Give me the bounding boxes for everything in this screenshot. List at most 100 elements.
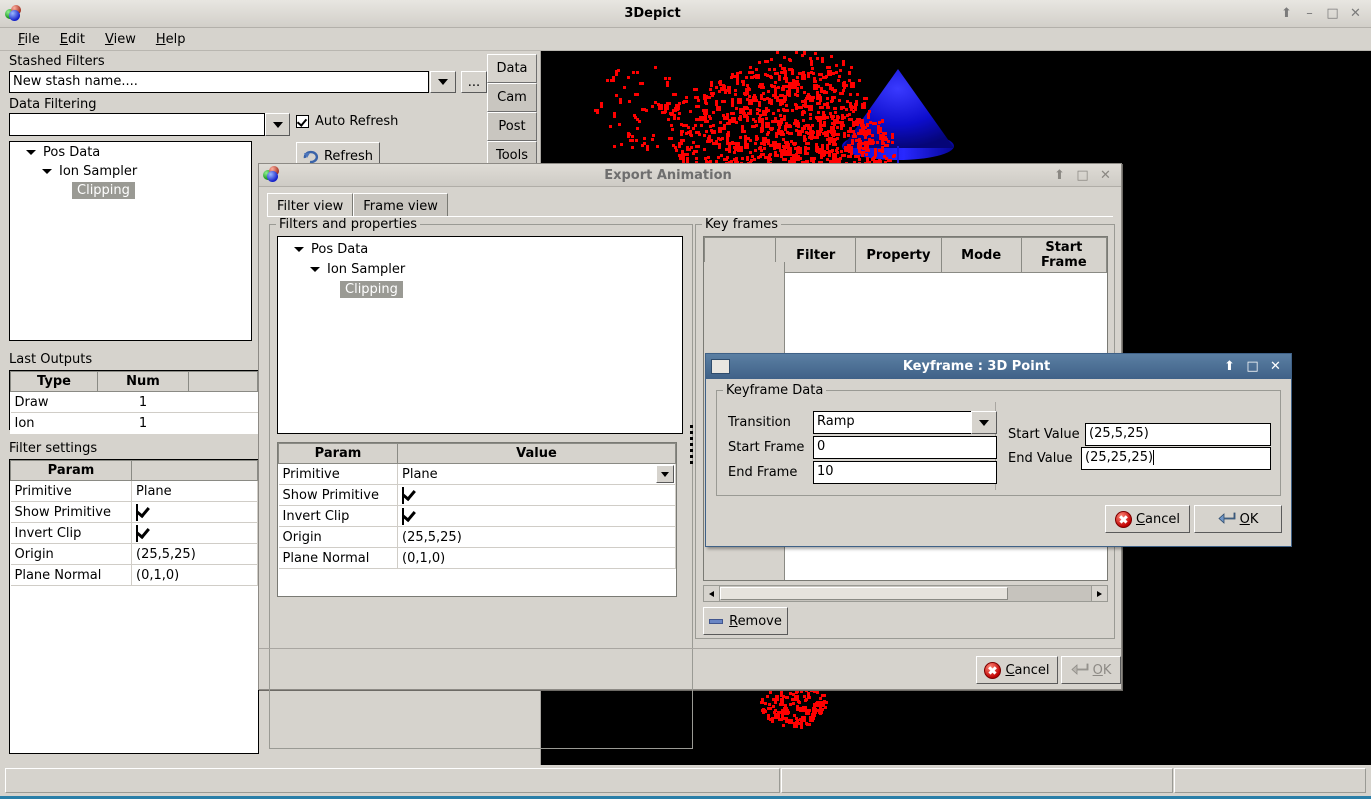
- stash-name-input[interactable]: New stash name....: [9, 71, 429, 93]
- start-value-input[interactable]: (25,5,25): [1085, 423, 1271, 446]
- cell-value[interactable]: [131, 501, 258, 523]
- checkbox-icon[interactable]: [402, 486, 404, 504]
- table-row[interactable]: Ion 1: [10, 412, 258, 434]
- tree-item-pos-data[interactable]: Pos Data: [10, 142, 251, 161]
- tree-item-label: Clipping: [72, 182, 135, 199]
- minimize-button[interactable]: –: [1303, 6, 1316, 21]
- table-row[interactable]: Origin (25,5,25): [10, 543, 258, 565]
- table-row[interactable]: Primitive Plane: [278, 463, 676, 485]
- tab-post[interactable]: Post: [487, 112, 537, 141]
- cell-value[interactable]: [397, 484, 676, 506]
- tab-data[interactable]: Data: [487, 54, 537, 83]
- menu-help[interactable]: Help: [146, 30, 196, 49]
- expander-icon[interactable]: [294, 247, 304, 252]
- cell-value[interactable]: [131, 522, 258, 544]
- export-ok-button[interactable]: OK: [1061, 656, 1121, 684]
- tree-item-ion-sampler[interactable]: Ion Sampler: [10, 161, 251, 180]
- end-frame-input[interactable]: 10: [813, 461, 997, 484]
- last-outputs-table[interactable]: Type Num Draw 1 Ion 1: [9, 370, 259, 434]
- transition-combo-input[interactable]: Ramp: [813, 411, 976, 434]
- expander-icon[interactable]: [26, 150, 36, 155]
- filter-combo-input[interactable]: [9, 113, 265, 136]
- cell-value[interactable]: (25,5,25): [397, 526, 676, 548]
- transition-dropdown-button[interactable]: [971, 411, 997, 434]
- maximize-button[interactable]: □: [1246, 359, 1259, 374]
- menu-file[interactable]: FFileile: [8, 30, 50, 49]
- tab-filter-view[interactable]: Filter view: [267, 193, 354, 217]
- main-titlebar: 3Depict ⬆ – □ ✕: [0, 0, 1371, 28]
- auto-refresh-checkbox[interactable]: Auto Refresh: [296, 114, 398, 129]
- column-header[interactable]: Param: [10, 460, 132, 481]
- cell-value[interactable]: (0,1,0): [131, 564, 258, 586]
- close-button[interactable]: ✕: [1099, 168, 1112, 183]
- column-header[interactable]: [188, 371, 258, 392]
- column-header[interactable]: [131, 460, 258, 481]
- scrollbar-trough[interactable]: [720, 586, 1091, 601]
- cell-value[interactable]: [397, 505, 676, 527]
- table-row[interactable]: Invert Clip: [10, 522, 258, 544]
- shade-button[interactable]: ⬆: [1053, 168, 1066, 183]
- column-header[interactable]: Param: [278, 443, 398, 464]
- tab-frame-view[interactable]: Frame view: [353, 193, 448, 217]
- keyframe-cancel-button[interactable]: Cancel: [1105, 505, 1190, 533]
- filter-settings-table[interactable]: Param Primitive Plane Show Primitive Inv…: [9, 459, 259, 754]
- status-field-1: [5, 768, 780, 793]
- scrollbar-thumb[interactable]: [720, 587, 1008, 600]
- close-button[interactable]: ✕: [1349, 6, 1362, 21]
- column-header[interactable]: Value: [397, 443, 676, 464]
- table-row[interactable]: Draw 1: [10, 391, 258, 413]
- shade-button[interactable]: ⬆: [1223, 359, 1236, 374]
- filter-tree[interactable]: Pos Data Ion Sampler Clipping: [9, 141, 252, 341]
- table-row[interactable]: Show Primitive: [10, 501, 258, 523]
- menu-view[interactable]: View: [95, 30, 146, 49]
- tree-item-clipping[interactable]: Clipping: [278, 278, 682, 298]
- expander-icon[interactable]: [42, 169, 52, 174]
- stash-dropdown-button[interactable]: [430, 71, 456, 93]
- cell-param: Plane Normal: [278, 547, 398, 569]
- cell-value[interactable]: (0,1,0): [397, 547, 676, 569]
- table-row[interactable]: Invert Clip: [278, 505, 676, 527]
- keyframe-ok-button[interactable]: OK: [1194, 505, 1282, 533]
- checkbox-icon[interactable]: [136, 503, 138, 521]
- keyframes-hscrollbar[interactable]: [703, 585, 1108, 602]
- cell-value[interactable]: Plane: [397, 463, 676, 485]
- expander-icon[interactable]: [310, 267, 320, 272]
- start-frame-input[interactable]: 0: [813, 436, 997, 459]
- remove-keyframe-button[interactable]: Remove: [703, 607, 788, 635]
- dialog-splitter-handle[interactable]: [689, 414, 694, 474]
- column-header[interactable]: Type: [10, 371, 98, 392]
- primitive-dropdown-button[interactable]: [656, 465, 674, 483]
- tree-item-ion-sampler[interactable]: Ion Sampler: [278, 258, 682, 278]
- tree-item-pos-data[interactable]: Pos Data: [278, 237, 682, 258]
- column-header[interactable]: Start Frame: [1020, 237, 1107, 273]
- tree-item-clipping[interactable]: Clipping: [10, 180, 251, 199]
- column-header[interactable]: Property: [855, 237, 942, 273]
- cell-value[interactable]: Plane: [131, 480, 258, 502]
- table-row[interactable]: Primitive Plane: [10, 480, 258, 502]
- column-header[interactable]: Num: [97, 371, 189, 392]
- menu-edit[interactable]: Edit: [50, 30, 95, 49]
- column-header[interactable]: Filter: [775, 237, 857, 273]
- maximize-button[interactable]: □: [1076, 168, 1089, 183]
- scroll-right-button[interactable]: [1091, 586, 1107, 601]
- stash-more-button[interactable]: ...: [461, 71, 487, 93]
- export-filter-tree[interactable]: Pos Data Ion Sampler Clipping: [277, 236, 683, 434]
- tab-cam[interactable]: Cam: [487, 83, 537, 112]
- table-row[interactable]: Plane Normal (0,1,0): [278, 547, 676, 569]
- table-row[interactable]: Origin (25,5,25): [278, 526, 676, 548]
- close-button[interactable]: ✕: [1269, 359, 1282, 374]
- export-param-table[interactable]: Param Value Primitive Plane Show Primiti…: [277, 442, 677, 597]
- table-row[interactable]: Show Primitive: [278, 484, 676, 506]
- cell-value[interactable]: (25,5,25): [131, 543, 258, 565]
- shade-button[interactable]: ⬆: [1280, 6, 1293, 21]
- checkbox-icon[interactable]: [136, 524, 138, 542]
- scroll-left-button[interactable]: [704, 586, 720, 601]
- maximize-button[interactable]: □: [1326, 6, 1339, 21]
- end-value-input[interactable]: (25,25,25): [1081, 447, 1271, 470]
- checkbox-icon[interactable]: [402, 507, 404, 525]
- export-cancel-button[interactable]: Cancel: [976, 656, 1058, 684]
- table-row[interactable]: Plane Normal (0,1,0): [10, 564, 258, 586]
- column-header[interactable]: Mode: [940, 237, 1022, 273]
- filter-combo-dropdown-button[interactable]: [265, 113, 290, 136]
- end-value-text: (25,25,25): [1085, 450, 1154, 465]
